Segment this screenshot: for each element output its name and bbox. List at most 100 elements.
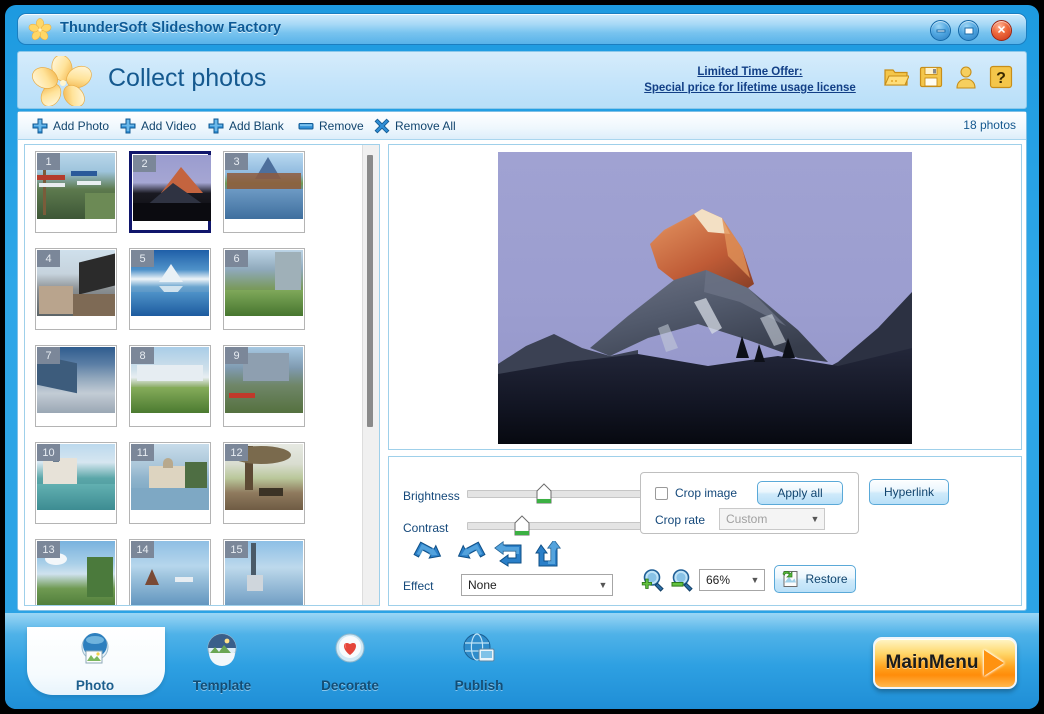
- main-menu-label: MainMenu: [885, 652, 979, 673]
- thumbnail-number: 12: [225, 444, 248, 461]
- blue-plus-icon: [120, 118, 136, 134]
- apply-all-button[interactable]: Apply all: [757, 481, 843, 505]
- thumbnail-grid: 1 2 3 4 5 6 7 8 9 10 11 12 13 14 15: [25, 145, 363, 605]
- crop-rate-value: Custom: [726, 512, 768, 526]
- blue-plus-icon: [32, 118, 48, 134]
- thumbnail-item-3[interactable]: 3: [223, 151, 305, 233]
- window-frame: ThunderSoft Slideshow Factory ✕ Collect …: [5, 5, 1039, 709]
- help-question-icon[interactable]: ?: [988, 64, 1014, 90]
- remove-button[interactable]: Remove: [292, 115, 370, 137]
- chevron-down-icon: ▼: [810, 514, 820, 524]
- brightness-slider-track[interactable]: [467, 490, 644, 498]
- thumbnail-number: 3: [225, 153, 248, 170]
- chevron-down-icon: ▼: [598, 580, 608, 590]
- remove-label: Remove: [319, 119, 364, 133]
- add-photo-button[interactable]: Add Photo: [26, 115, 115, 137]
- zoom-out-icon[interactable]: [669, 567, 695, 593]
- bottom-navigation: Photo Template Decorate Publish MainMenu: [5, 613, 1039, 709]
- maximize-button[interactable]: [958, 20, 979, 41]
- nav-tab-publish[interactable]: Publish: [429, 631, 529, 695]
- blue-slab-icon: [298, 123, 314, 130]
- chevron-down-icon: ▼: [750, 575, 760, 585]
- add-video-label: Add Video: [141, 119, 197, 133]
- effect-dropdown[interactable]: None ▼: [461, 574, 613, 596]
- apply-all-label: Apply all: [777, 486, 823, 500]
- zoom-in-icon[interactable]: [640, 567, 666, 593]
- flower-logo-icon: [32, 56, 92, 106]
- thumbnail-number: 9: [225, 347, 248, 364]
- flower-logo-icon: [28, 18, 52, 41]
- thumbnail-number: 14: [131, 541, 154, 558]
- thumbnail-number: 7: [37, 347, 60, 364]
- thumbnail-number: 4: [37, 250, 60, 267]
- thumbnail-item-12[interactable]: 12: [223, 442, 305, 524]
- main-menu-button[interactable]: MainMenu: [873, 637, 1017, 689]
- effect-value: None: [468, 578, 497, 592]
- thumbnail-number: 5: [131, 250, 154, 267]
- thumbnail-list-pane[interactable]: 1 2 3 4 5 6 7 8 9 10 11 12 13 14 15: [24, 144, 380, 606]
- thumbnail-item-5[interactable]: 5: [129, 248, 211, 330]
- flip-horizontal-icon[interactable]: [494, 541, 524, 567]
- thumbnail-item-14[interactable]: 14: [129, 539, 211, 605]
- remove-all-button[interactable]: Remove All: [368, 115, 462, 137]
- blue-plus-icon: [208, 118, 224, 134]
- save-disk-icon[interactable]: [918, 64, 944, 90]
- contrast-slider-handle[interactable]: [513, 515, 531, 537]
- flip-vertical-icon[interactable]: [533, 541, 563, 567]
- crop-rate-dropdown[interactable]: Custom ▼: [719, 508, 825, 530]
- minimize-button[interactable]: [930, 20, 951, 41]
- open-folder-icon[interactable]: [883, 64, 909, 90]
- thumbnail-item-2[interactable]: 2: [129, 151, 211, 233]
- photo-toolbar: Add Photo Add Video Add Blank Remove Rem…: [18, 112, 1026, 140]
- nav-tab-decorate[interactable]: Decorate: [300, 631, 400, 695]
- preview-image: [498, 152, 912, 444]
- limited-time-offer-link[interactable]: Limited Time Offer: Special price for li…: [630, 64, 870, 96]
- thumbnail-item-8[interactable]: 8: [129, 345, 211, 427]
- thumbnail-item-10[interactable]: 10: [35, 442, 117, 524]
- restore-label: Restore: [805, 572, 848, 586]
- nav-tab-decorate-label: Decorate: [321, 678, 379, 693]
- thumbnail-number: 2: [133, 155, 156, 172]
- thumbnail-item-11[interactable]: 11: [129, 442, 211, 524]
- thumbnail-number: 6: [225, 250, 248, 267]
- title-bar: ThunderSoft Slideshow Factory ✕: [17, 13, 1027, 45]
- brightness-slider-handle[interactable]: [535, 483, 553, 505]
- thumbnail-item-4[interactable]: 4: [35, 248, 117, 330]
- hyperlink-button[interactable]: Hyperlink: [869, 479, 949, 505]
- thumbnail-item-9[interactable]: 9: [223, 345, 305, 427]
- svg-text:?: ?: [996, 70, 1006, 87]
- thumbnail-item-1[interactable]: 1: [35, 151, 117, 233]
- offer-line-2: Special price for lifetime usage license: [644, 82, 856, 94]
- nav-tab-template[interactable]: Template: [172, 631, 272, 695]
- header-icon-group: ?: [883, 64, 1014, 90]
- user-account-icon[interactable]: [953, 64, 979, 90]
- globe-sphere-icon: [463, 633, 495, 662]
- rotate-left-icon[interactable]: [456, 541, 486, 567]
- contrast-slider-track[interactable]: [467, 522, 644, 530]
- rotate-right-icon[interactable]: [413, 541, 443, 567]
- nav-tab-photo[interactable]: Photo: [45, 631, 145, 695]
- template-sphere-icon: [207, 633, 237, 666]
- thumbnail-number: 8: [131, 347, 154, 364]
- triangle-right-icon: [984, 650, 1005, 676]
- zoom-level-value: 66%: [706, 573, 731, 587]
- thumbnail-item-7[interactable]: 7: [35, 345, 117, 427]
- thumbnail-item-13[interactable]: 13: [35, 539, 117, 605]
- zoom-level-dropdown[interactable]: 66% ▼: [699, 569, 765, 591]
- crop-image-checkbox-row[interactable]: Crop image: [655, 486, 737, 500]
- nav-tab-template-label: Template: [192, 678, 252, 693]
- add-video-button[interactable]: Add Video: [114, 115, 202, 137]
- blue-cross-icon: [374, 118, 390, 134]
- nav-tab-publish-label: Publish: [454, 678, 504, 693]
- application-window: ThunderSoft Slideshow Factory ✕ Collect …: [0, 0, 1044, 714]
- restore-button[interactable]: Restore: [774, 565, 856, 593]
- thumbnail-item-6[interactable]: 6: [223, 248, 305, 330]
- crop-image-checkbox[interactable]: [655, 486, 668, 500]
- close-button[interactable]: ✕: [991, 20, 1012, 41]
- brightness-label: Brightness: [403, 489, 460, 503]
- add-blank-button[interactable]: Add Blank: [202, 115, 290, 137]
- scrollbar-thumb[interactable]: [367, 155, 373, 427]
- close-icon: ✕: [996, 24, 1007, 36]
- thumbnail-scrollbar[interactable]: [362, 145, 379, 605]
- thumbnail-item-15[interactable]: 15: [223, 539, 305, 605]
